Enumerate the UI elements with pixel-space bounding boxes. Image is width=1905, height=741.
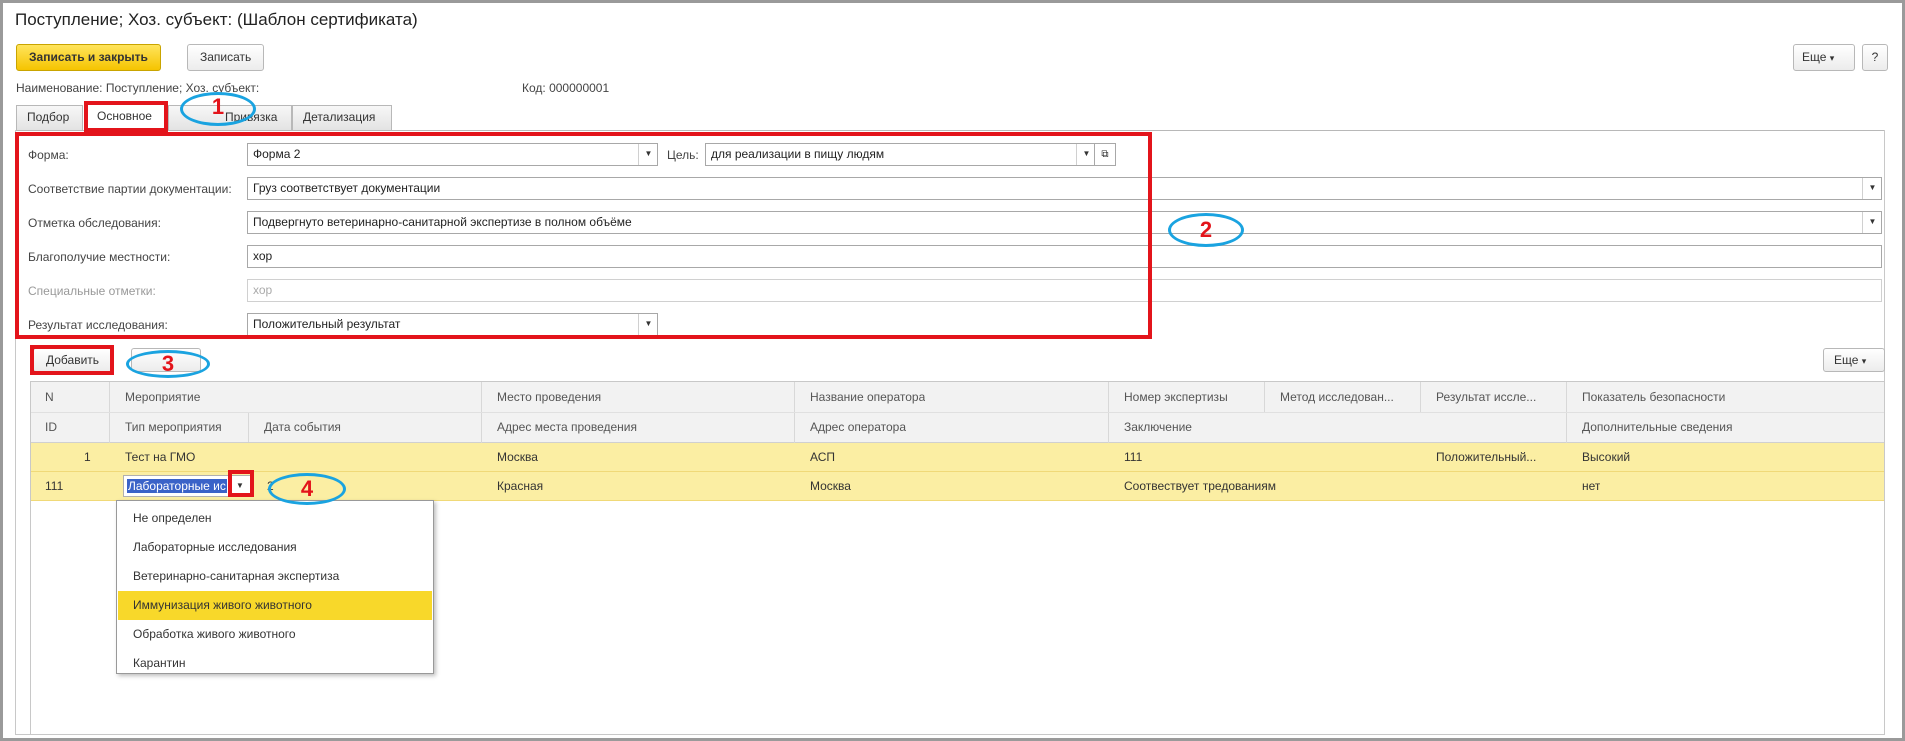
save-button[interactable]: Записать: [187, 44, 265, 71]
row-operator: АСП: [810, 450, 836, 464]
col-additional[interactable]: Дополнительные сведения: [1582, 420, 1732, 434]
highlight-box-form: [15, 132, 1152, 339]
annotation-label-4: 4: [300, 476, 314, 501]
row-safety: нет: [1582, 479, 1601, 493]
code-info: Код: 000000001: [522, 81, 610, 95]
col-event[interactable]: Мероприятие: [125, 390, 200, 404]
annotation-label-1: 1: [211, 94, 225, 119]
event-type-editor-value: Лабораторные ис: [127, 479, 227, 493]
col-operator-address[interactable]: Адрес оператора: [810, 420, 906, 434]
save-and-close-button[interactable]: Записать и закрыть: [16, 44, 161, 71]
more-button[interactable]: Еще ▾: [1793, 44, 1855, 71]
col-n[interactable]: N: [45, 390, 54, 404]
chevron-down-icon: ▾: [1829, 53, 1835, 63]
col-divider: [1264, 382, 1265, 412]
col-method[interactable]: Метод исследован...: [1280, 390, 1410, 404]
dropdown-option[interactable]: Лабораторные исследования: [118, 533, 432, 562]
annotation-label-2: 2: [1199, 217, 1213, 242]
col-event-type[interactable]: Тип мероприятия: [125, 420, 222, 434]
row-place: Москва: [497, 450, 538, 464]
row-safety: Высокий: [1582, 450, 1631, 464]
chevron-down-icon[interactable]: ▼: [1862, 212, 1881, 233]
help-button[interactable]: ?: [1862, 44, 1888, 71]
tab-podbor[interactable]: Подбор: [16, 105, 83, 130]
row-place: Красная: [497, 479, 544, 493]
dropdown-option[interactable]: Ветеринарно-санитарная экспертиза: [118, 562, 432, 591]
col-operator[interactable]: Название оператора: [810, 390, 925, 404]
table-more-button[interactable]: Еще ▾: [1823, 348, 1885, 372]
row-event: Тест на ГМО: [125, 450, 196, 464]
col-id[interactable]: ID: [45, 420, 57, 434]
row-exam-no: 111: [1124, 450, 1143, 464]
tab-detalizatsiya[interactable]: Детализация: [292, 105, 392, 130]
window-title: Поступление; Хоз. субъект: (Шаблон серти…: [15, 10, 418, 29]
col-divider: [248, 412, 249, 442]
col-divider: [1420, 382, 1421, 412]
row-n: 111: [45, 479, 64, 493]
table-more-label: Еще: [1834, 353, 1859, 367]
col-conclusion[interactable]: Заключение: [1124, 420, 1192, 434]
chevron-down-icon: ▾: [1861, 356, 1867, 366]
col-place-address[interactable]: Адрес места проведения: [497, 420, 637, 434]
highlight-box-add: [30, 345, 114, 375]
col-safety[interactable]: Показатель безопасности: [1582, 390, 1725, 404]
col-place[interactable]: Место проведения: [497, 390, 601, 404]
more-button-label: Еще: [1802, 50, 1827, 64]
row-n: 1: [84, 450, 91, 464]
annotation-marker-1: 1: [180, 92, 256, 126]
col-exam-no[interactable]: Номер экспертизы: [1124, 390, 1228, 404]
col-result[interactable]: Результат иссле...: [1436, 390, 1561, 404]
dropdown-option-selected[interactable]: Иммунизация живого животного: [118, 591, 432, 620]
highlight-box-dropdown: [228, 470, 254, 497]
row-result: Положительный...: [1436, 450, 1537, 464]
header-divider: [31, 412, 1884, 413]
highlight-box-tab: [84, 101, 168, 132]
event-type-dropdown: Не определен Лабораторные исследования В…: [116, 500, 434, 674]
row-exam-no: Соотвествует тредованиям: [1124, 479, 1276, 493]
dropdown-option[interactable]: Не определен: [118, 504, 432, 533]
row-operator: Москва: [810, 479, 851, 493]
dropdown-option[interactable]: Карантин: [118, 649, 432, 678]
annotation-marker-3: 3: [126, 350, 210, 378]
annotation-marker-4: 4: [268, 473, 346, 505]
table-row[interactable]: 1 Тест на ГМО Москва АСП 111 Положительн…: [31, 443, 1884, 472]
dropdown-option[interactable]: Обработка живого животного: [118, 620, 432, 649]
annotation-marker-2: 2: [1168, 213, 1244, 247]
annotation-label-3: 3: [161, 351, 175, 376]
col-event-date[interactable]: Дата события: [264, 420, 341, 434]
chevron-down-icon[interactable]: ▼: [1862, 178, 1881, 199]
